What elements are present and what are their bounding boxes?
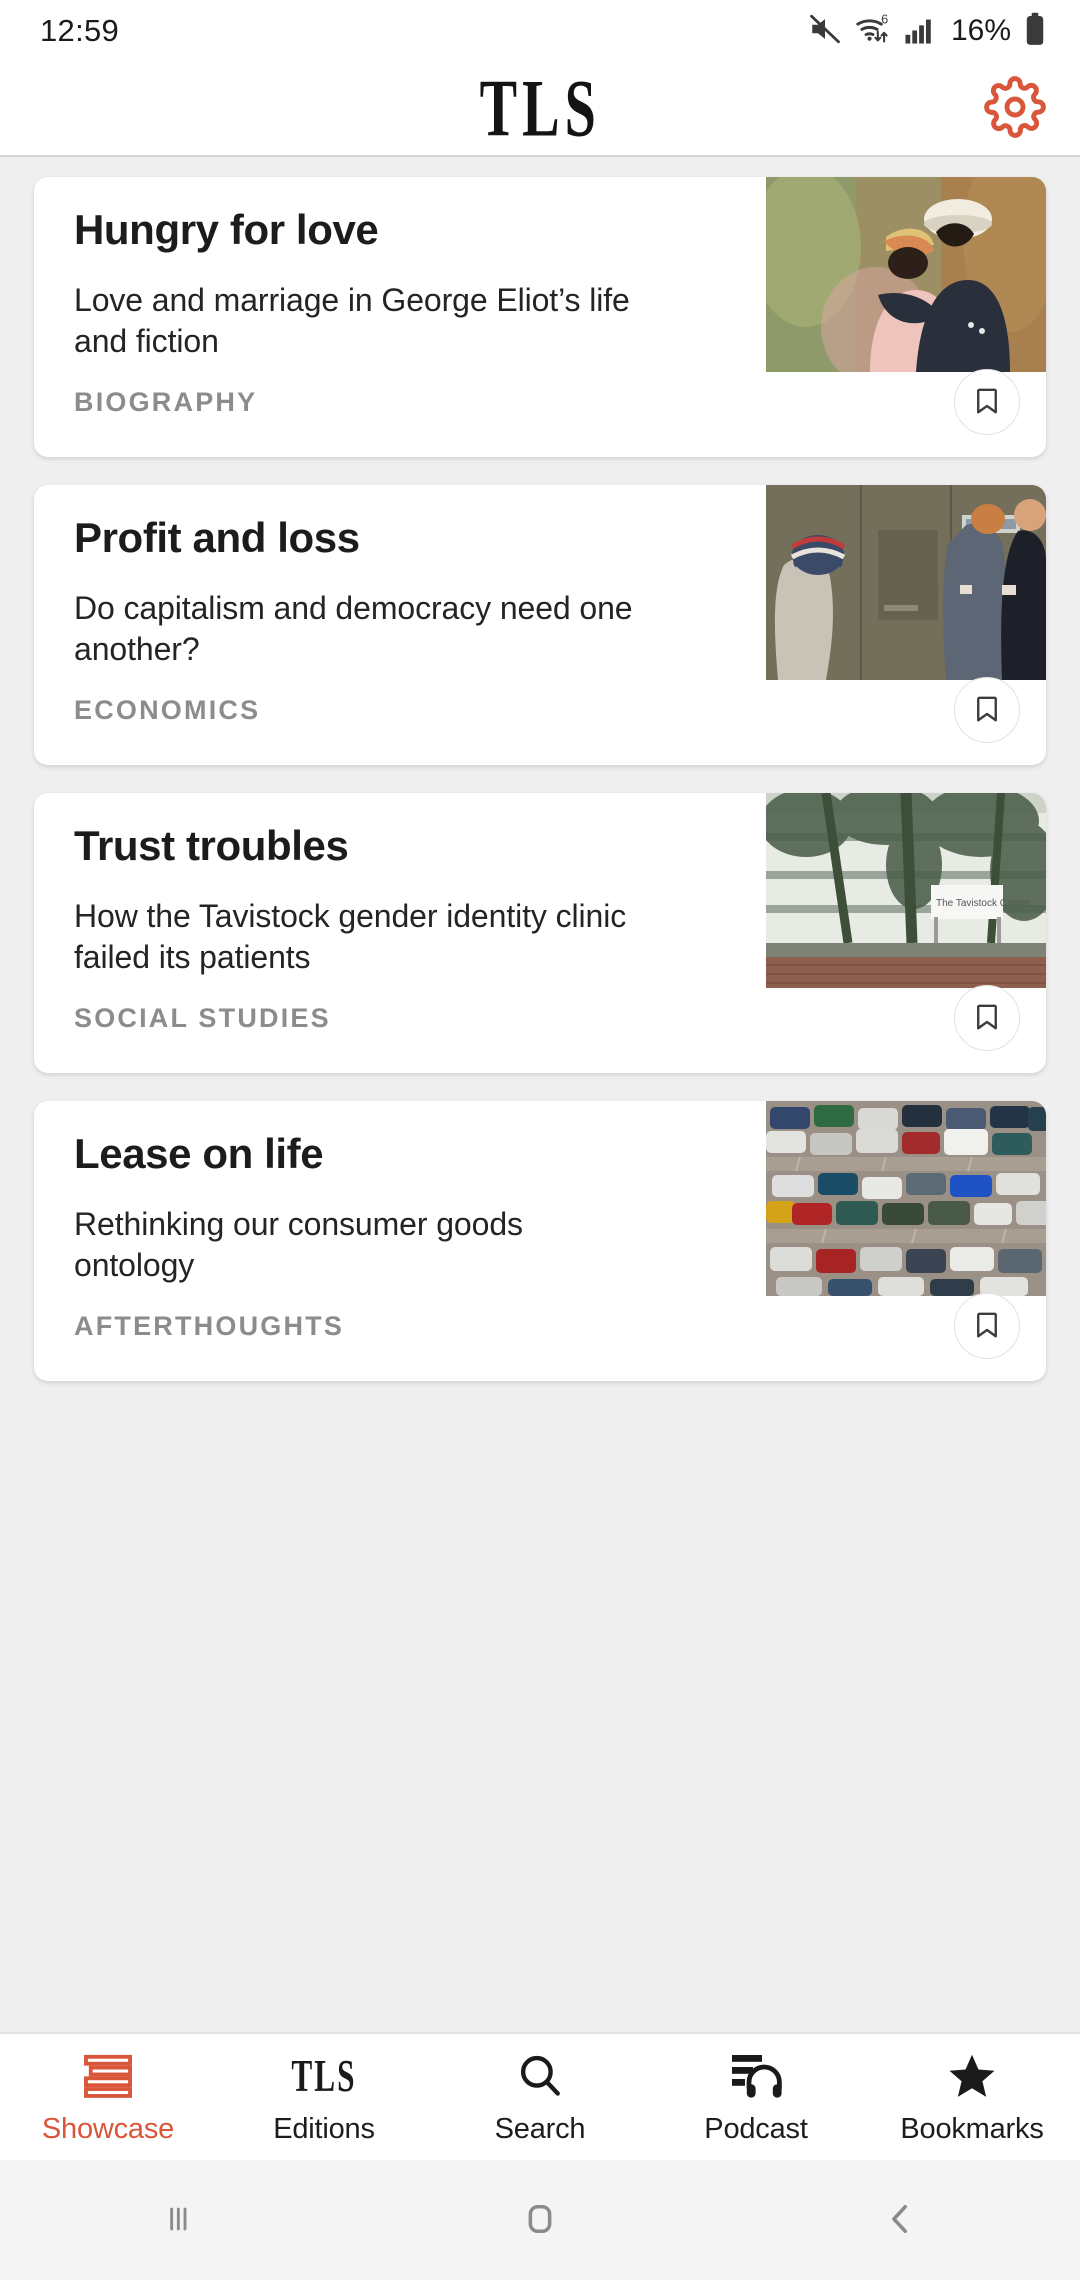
nav-label-showcase: Showcase	[41, 2112, 175, 2145]
bookmark-button[interactable]	[954, 1293, 1020, 1359]
nav-label-podcast: Podcast	[704, 2112, 808, 2145]
article-card-footer: SOCIAL STUDIES	[74, 985, 1020, 1051]
article-subtitle: Love and marriage in George Eliot’s life…	[74, 282, 630, 360]
bookmark-icon	[972, 386, 1002, 419]
article-card[interactable]: Profit and loss Do capitalism and democr…	[34, 485, 1046, 765]
headphones-icon	[730, 2049, 782, 2103]
bookmark-icon	[972, 694, 1002, 727]
status-bar: 12:59 6 16%	[0, 0, 1080, 62]
nav-item-search[interactable]: Search	[432, 2034, 648, 2160]
nav-item-podcast[interactable]: Podcast	[648, 2034, 864, 2160]
app-brand-logo: TLS	[479, 62, 601, 154]
star-icon	[946, 2049, 998, 2103]
article-text-block: Lease on life Rethinking our consumer go…	[34, 1101, 634, 1286]
article-thumbnail	[766, 485, 1046, 680]
article-thumbnail	[766, 1101, 1046, 1296]
android-system-navigation-bar	[0, 2160, 1080, 2280]
article-card-footer: ECONOMICS	[74, 677, 1020, 743]
back-button[interactable]	[840, 2160, 960, 2280]
nav-label-bookmarks: Bookmarks	[900, 2112, 1044, 2145]
stacked-bars-icon	[83, 2049, 133, 2103]
article-category-label: ECONOMICS	[74, 694, 261, 725]
wifi-icon: 6	[855, 12, 891, 51]
bookmark-button[interactable]	[954, 369, 1020, 435]
cellular-signal-icon	[904, 13, 936, 50]
article-text-block: Trust troubles How the Tavistock gender …	[34, 793, 634, 978]
article-card[interactable]: Lease on life Rethinking our consumer go…	[34, 1101, 1046, 1381]
mute-icon	[808, 12, 842, 51]
article-category-label: SOCIAL STUDIES	[74, 1002, 331, 1033]
article-subtitle: How the Tavistock gender identity clinic…	[74, 898, 627, 976]
bookmark-icon	[972, 1002, 1002, 1035]
recents-icon	[160, 2199, 200, 2242]
article-title: Lease on life	[74, 1130, 324, 1177]
battery-percentage-label: 16%	[950, 14, 1011, 47]
article-title: Trust troubles	[74, 822, 349, 869]
article-thumbnail: The Tavistock Centre	[766, 793, 1046, 988]
article-feed[interactable]: Hungry for love Love and marriage in Geo…	[0, 157, 1080, 2032]
tls-logo-icon: TLS	[291, 2049, 357, 2101]
svg-text:The Tavistock Centre: The Tavistock Centre	[936, 898, 1030, 909]
article-title: Hungry for love	[74, 206, 379, 253]
nav-label-editions: Editions	[273, 2112, 375, 2145]
article-card[interactable]: The Tavistock Centre Trust troubles How …	[34, 793, 1046, 1073]
article-title: Profit and loss	[74, 514, 360, 561]
article-text-block: Hungry for love Love and marriage in Geo…	[34, 177, 634, 362]
settings-button[interactable]	[976, 70, 1054, 148]
status-bar-clock: 12:59	[40, 13, 120, 48]
home-icon	[519, 2198, 561, 2243]
app-header: TLS	[0, 62, 1080, 157]
article-subtitle: Do capitalism and democracy need one ano…	[74, 590, 633, 668]
battery-icon	[1024, 12, 1046, 51]
nav-label-search: Search	[494, 2112, 586, 2145]
article-category-label: BIOGRAPHY	[74, 386, 258, 417]
search-icon	[515, 2049, 565, 2103]
article-category-label: AFTERTHOUGHTS	[74, 1310, 345, 1341]
nav-item-showcase[interactable]: Showcase	[0, 2034, 216, 2160]
article-card-footer: AFTERTHOUGHTS	[74, 1293, 1020, 1359]
bookmark-button[interactable]	[954, 985, 1020, 1051]
nav-item-bookmarks[interactable]: Bookmarks	[864, 2034, 1080, 2160]
article-card-footer: BIOGRAPHY	[74, 369, 1020, 435]
article-card[interactable]: Hungry for love Love and marriage in Geo…	[34, 177, 1046, 457]
bookmark-icon	[972, 1310, 1002, 1343]
back-chevron-icon	[879, 2198, 921, 2243]
home-button[interactable]	[480, 2160, 600, 2280]
gear-icon	[984, 76, 1046, 141]
article-thumbnail	[766, 177, 1046, 372]
nav-item-editions[interactable]: TLS Editions	[216, 2034, 432, 2160]
article-text-block: Profit and loss Do capitalism and democr…	[34, 485, 634, 670]
article-subtitle: Rethinking our consumer goods ontology	[74, 1206, 523, 1284]
recents-button[interactable]	[120, 2160, 240, 2280]
bookmark-button[interactable]	[954, 677, 1020, 743]
status-bar-indicators: 6 16%	[808, 12, 1046, 51]
svg-text:6: 6	[881, 12, 888, 26]
bottom-navigation-bar: Showcase TLS Editions Search Podcast Boo…	[0, 2032, 1080, 2160]
